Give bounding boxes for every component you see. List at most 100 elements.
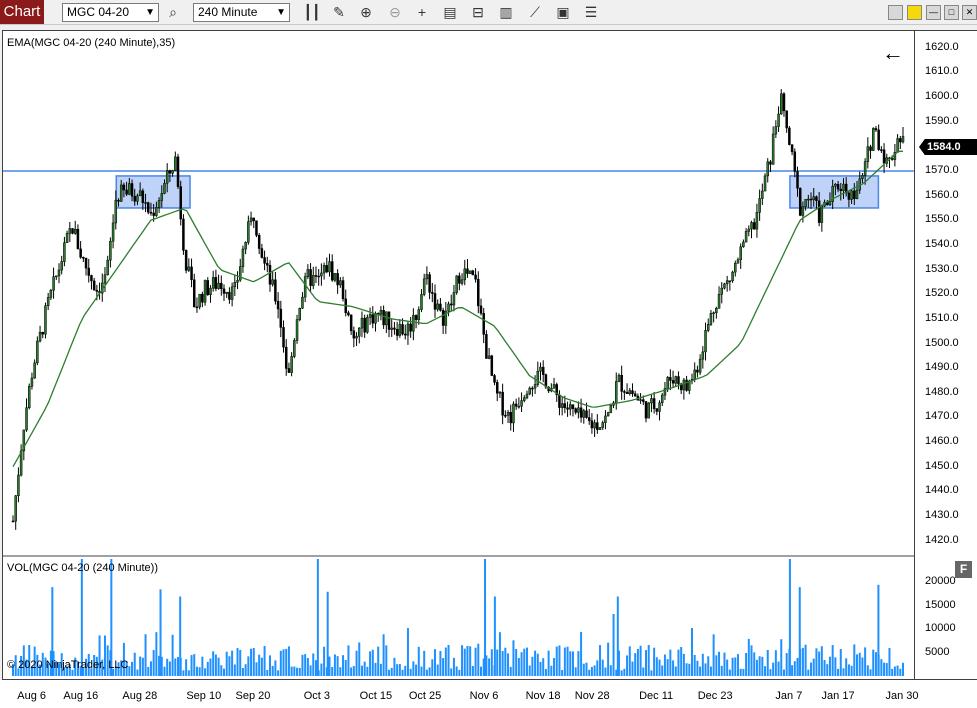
- close-icon[interactable]: ✕: [962, 5, 977, 20]
- candle-body: [669, 377, 672, 381]
- candle-body: [122, 184, 126, 191]
- candle-body: [409, 323, 412, 332]
- candle-body: [790, 144, 794, 153]
- candle-body: [828, 201, 832, 206]
- candle-body: [725, 280, 729, 285]
- time-axis[interactable]: Aug 6 Aug 16 Aug 28 Sep 10 Sep 20 Oct 3 Oct 15…: [0, 680, 977, 708]
- candle-body: [109, 240, 112, 261]
- candle-body: [720, 287, 724, 295]
- candle-body: [349, 314, 353, 332]
- back-arrow-icon[interactable]: ←: [882, 42, 904, 64]
- search-icon[interactable]: ⌕: [162, 2, 184, 23]
- candle-body: [317, 275, 320, 278]
- chart-tab[interactable]: Chart: [0, 0, 44, 24]
- candle-body: [631, 390, 634, 395]
- candle-body: [119, 184, 123, 202]
- candle-body: [328, 261, 331, 273]
- candle-body: [536, 370, 540, 385]
- candle-body: [671, 380, 675, 384]
- candle-body: [566, 407, 569, 410]
- candle-body: [487, 355, 491, 359]
- last-price-badge: 1584.0: [919, 139, 977, 155]
- instrument-value: MGC 04-20: [67, 5, 130, 19]
- candle-body: [133, 195, 136, 202]
- candle-body: [387, 311, 391, 330]
- candle-body: [793, 151, 797, 172]
- candle-body: [501, 391, 504, 416]
- candle-body: [582, 410, 586, 418]
- candle-body: [147, 202, 150, 213]
- zoom-out-icon[interactable]: ⊖: [384, 2, 406, 23]
- candle-body: [114, 199, 118, 224]
- candle-body: [514, 403, 518, 407]
- candle-body: [233, 282, 237, 288]
- candle-body: [498, 391, 502, 394]
- chart-canvas[interactable]: [3, 31, 914, 679]
- bar-style-icon[interactable]: ┃┃: [301, 2, 323, 23]
- candle-body: [374, 313, 377, 324]
- candle-body: [60, 261, 63, 271]
- candle-body: [165, 170, 169, 184]
- interval-selector[interactable]: 240 Minute ▼: [193, 3, 290, 22]
- candle-body: [482, 313, 485, 335]
- candle-body: [395, 329, 399, 336]
- candle-body: [87, 267, 90, 276]
- draw-pencil-icon[interactable]: ✎: [328, 2, 350, 23]
- candle-body: [406, 323, 410, 336]
- candle-body: [728, 280, 732, 282]
- zoom-in-icon[interactable]: ⊕: [355, 2, 377, 23]
- candle-body: [509, 412, 513, 424]
- strategies-icon[interactable]: ⟋: [524, 2, 546, 23]
- candle-body: [84, 257, 88, 269]
- candle-body: [195, 306, 199, 309]
- instrument-selector[interactable]: MGC 04-20 ▼: [62, 3, 159, 22]
- candle-body: [693, 369, 696, 380]
- candle-body: [149, 211, 153, 214]
- chart-trader-icon[interactable]: ⊟: [467, 2, 489, 23]
- time-tick-label: Jan 30: [885, 690, 919, 702]
- candle-body: [303, 276, 307, 298]
- highlight-icon[interactable]: [907, 5, 922, 20]
- candle-body: [414, 315, 418, 320]
- candle-body: [455, 275, 458, 293]
- time-tick-label: Jan 7: [775, 690, 803, 702]
- candle-body: [441, 309, 445, 326]
- crosshair-icon[interactable]: +: [411, 2, 433, 23]
- candle-body: [558, 394, 561, 408]
- minimize-to-group-icon[interactable]: [888, 5, 903, 20]
- candle-body: [466, 268, 469, 274]
- candle-body: [877, 129, 880, 150]
- minimize-icon[interactable]: —: [926, 5, 941, 20]
- candle-body: [715, 307, 718, 313]
- list-icon[interactable]: ☰: [580, 2, 602, 23]
- chart-panel[interactable]: [2, 30, 915, 680]
- candle-body: [222, 288, 226, 294]
- properties-icon[interactable]: ▣: [552, 2, 574, 23]
- candle-body: [817, 200, 821, 223]
- candle-body: [742, 241, 745, 248]
- candle-body: [750, 222, 753, 230]
- data-box-icon[interactable]: ▤: [439, 2, 461, 23]
- candle-body: [65, 233, 69, 243]
- candle-body: [574, 408, 577, 413]
- maximize-icon[interactable]: □: [944, 5, 959, 20]
- candle-body: [312, 275, 315, 286]
- candle-body: [247, 221, 250, 243]
- candle-body: [815, 196, 818, 201]
- candle-body: [625, 391, 629, 394]
- price-axis[interactable]: 1620.01610.01600.01590.01580.01570.01560…: [915, 30, 977, 680]
- candle-body: [807, 198, 810, 201]
- candle-body: [523, 397, 526, 401]
- candle-body: [27, 386, 31, 408]
- candle-body: [330, 261, 334, 281]
- f-button[interactable]: F: [955, 561, 972, 578]
- candle-body: [901, 136, 905, 143]
- indicators-icon[interactable]: ▥: [495, 2, 517, 23]
- candle-body: [761, 190, 764, 199]
- candle-body: [73, 228, 77, 234]
- time-tick-label: Dec 11: [639, 690, 674, 702]
- candle-body: [138, 190, 142, 197]
- candle-body: [449, 303, 453, 306]
- candle-body: [320, 272, 323, 277]
- candle-body: [420, 294, 423, 310]
